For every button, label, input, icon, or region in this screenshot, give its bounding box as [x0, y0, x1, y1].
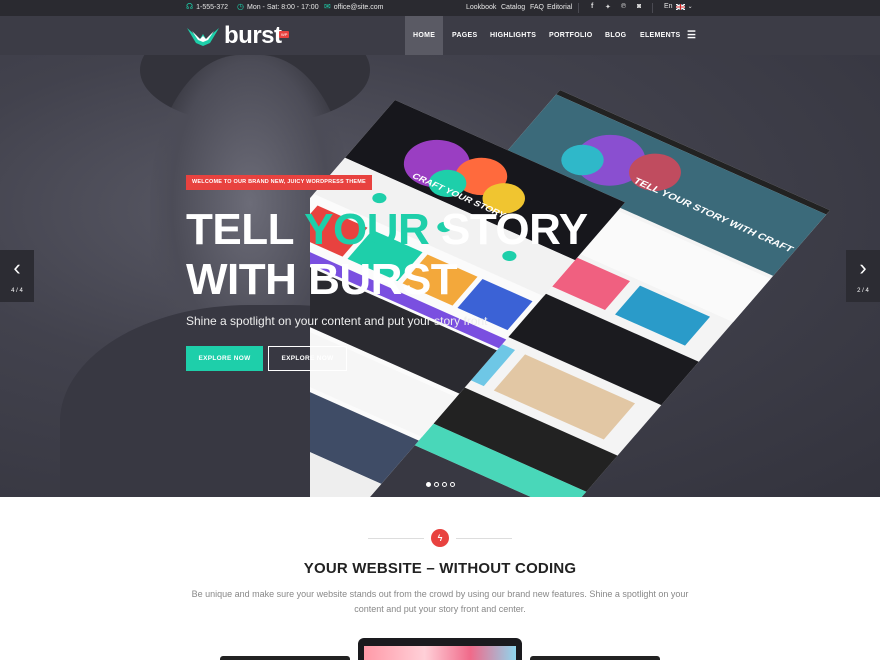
previous-slide-button[interactable]: ‹ 4 / 4 [0, 250, 34, 302]
headline-line-1: TELL YOUR STORY [186, 205, 588, 254]
instagram-icon[interactable]: ◙ [637, 3, 641, 10]
nav-item-blog[interactable]: BLOG [605, 16, 626, 55]
laptop-screen [364, 646, 516, 660]
divider-line [368, 538, 424, 539]
divider [652, 3, 653, 13]
menu-icon[interactable]: ☰ [687, 16, 696, 55]
slide-dot[interactable] [426, 482, 431, 487]
nav-item-portfolio[interactable]: PORTFOLIO [549, 16, 593, 55]
email-info: ✉ office@site.com [324, 3, 383, 11]
next-slide-button[interactable]: › 2 / 4 [846, 250, 880, 302]
nav-item-pages[interactable]: PAGES [452, 16, 478, 55]
clock-icon: ◷ [237, 2, 244, 11]
wings-logo-icon [187, 28, 219, 46]
headline-line-2: WITH BURST [186, 255, 458, 304]
email-address[interactable]: office@site.com [334, 4, 384, 11]
hero-headline: TELL YOUR STORY WITH BURST [186, 205, 588, 305]
next-slide-counter: 2 / 4 [857, 288, 869, 294]
headline-accent: YOUR [304, 205, 430, 254]
nav-item-home[interactable]: HOME [405, 16, 444, 55]
phone-info: ☊ 1-555-372 [186, 3, 228, 11]
top-bar: ☊ 1-555-372 ◷ Mon - Sat: 8:00 - 17:00 ✉ … [0, 0, 880, 16]
slide-dot[interactable] [434, 482, 439, 487]
divider-line [456, 538, 512, 539]
logo-badge: WP [279, 31, 290, 38]
chevron-right-icon: › [859, 255, 867, 280]
uk-flag-icon [675, 3, 685, 10]
explore-now-button[interactable]: EXPLORE NOW [186, 346, 263, 371]
hero-slider: TELL YOUR STORY WITH CRAFT CRAFT YOUR ST… [0, 55, 880, 497]
device-image [530, 656, 660, 660]
nav-item-highlights[interactable]: HIGHLIGHTS [490, 16, 536, 55]
section-description: Be unique and make sure your website sta… [191, 589, 689, 614]
topbar-link-catalog[interactable]: Catalog [501, 4, 525, 11]
language-label: En [664, 3, 673, 10]
explore-now-outline-button[interactable]: EXPLORE NOW [268, 346, 347, 371]
divider [578, 3, 579, 13]
slide-dot[interactable] [442, 482, 447, 487]
pinterest-icon[interactable]: ℗ [621, 3, 626, 10]
phone-number: 1-555-372 [196, 3, 229, 11]
device-image [220, 656, 350, 660]
slide-dot[interactable] [450, 482, 455, 487]
opening-hours: Mon - Sat: 8:00 - 17:00 [246, 3, 319, 11]
hours-info: ◷ Mon - Sat: 8:00 - 17:00 [237, 3, 319, 11]
lightning-icon: ϟ [431, 529, 449, 547]
headset-icon: ☊ [186, 2, 194, 11]
topbar-link-faq[interactable]: FAQ [530, 4, 544, 11]
previous-slide-counter: 4 / 4 [11, 288, 23, 294]
chevron-left-icon: ‹ [13, 255, 21, 280]
language-selector[interactable]: En ⌄ [664, 3, 693, 10]
chevron-down-icon: ⌄ [687, 4, 693, 10]
twitter-icon[interactable]: ✦ [605, 3, 611, 11]
nav-item-elements[interactable]: ELEMENTS [640, 16, 681, 55]
envelope-icon: ✉ [324, 2, 331, 11]
topbar-link-editorial[interactable]: Editorial [547, 4, 572, 11]
hero-subtitle: Shine a spotlight on your content and pu… [186, 314, 488, 328]
logo[interactable]: burst WP [186, 22, 290, 49]
main-navigation: burst WP HOME PAGES HIGHLIGHTS PORTFOLIO… [0, 16, 880, 55]
logo-text: burst [224, 22, 282, 49]
facebook-icon[interactable]: f [591, 3, 593, 10]
topbar-link-lookbook[interactable]: Lookbook [466, 4, 496, 11]
slider-pagination [426, 482, 455, 487]
section-title: YOUR WEBSITE – WITHOUT CODING [303, 560, 577, 577]
hero-badge: WELCOME TO OUR BRAND NEW, JUICY WORDPRES… [186, 175, 372, 190]
